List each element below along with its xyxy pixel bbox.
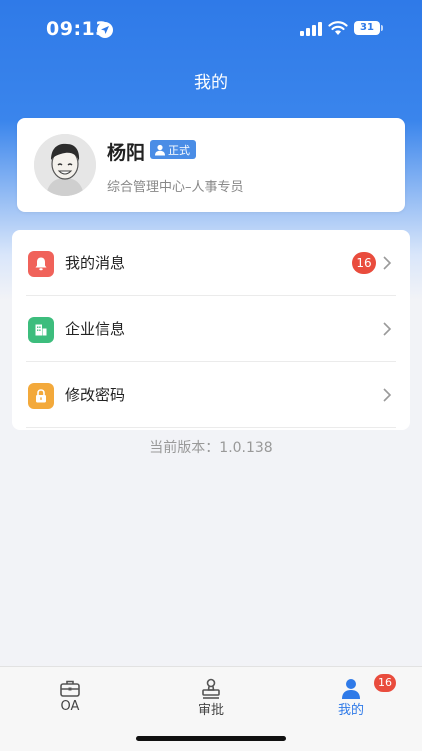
app-version: 当前版本：1.0.138 [149, 440, 273, 456]
cellular-signal-icon [300, 22, 322, 36]
tab-notification-badge: 16 [374, 674, 396, 692]
page-title: 我的 [194, 73, 228, 93]
settings-menu: 我的消息 16 企业信息 修改密码 [12, 230, 410, 430]
chevron-right-icon [383, 388, 392, 402]
profile-card[interactable]: 杨阳 正式 综合管理中心–人事专员 [17, 118, 405, 212]
unread-count-badge: 16 [352, 252, 376, 274]
battery-tip [381, 25, 383, 31]
menu-item-label: 修改密码 [65, 386, 126, 404]
tab-oa[interactable]: OA [35, 677, 105, 723]
menu-item-label: 企业信息 [65, 320, 126, 338]
tab-label: 我的 [337, 703, 364, 718]
person-icon [342, 679, 360, 699]
menu-item-change-password[interactable]: 修改密码 [12, 362, 410, 428]
battery-icon: 31 [354, 21, 380, 35]
lock-icon [28, 383, 54, 409]
menu-item-label: 我的消息 [65, 254, 126, 272]
briefcase-icon [60, 680, 80, 697]
tab-label: 审批 [197, 703, 224, 718]
wifi-icon [328, 21, 348, 35]
employee-status-label: 正式 [168, 143, 190, 157]
menu-item-company-info[interactable]: 企业信息 [12, 296, 410, 362]
user-name: 杨阳 [107, 142, 146, 164]
menu-item-messages[interactable]: 我的消息 16 [12, 230, 410, 296]
tab-approval[interactable]: 审批 [176, 677, 246, 723]
status-bar: 09:13 31 [0, 0, 422, 58]
person-badge-icon [155, 144, 165, 155]
building-icon [28, 317, 54, 343]
avatar[interactable] [34, 134, 96, 196]
location-arrow-icon [97, 22, 113, 38]
user-department: 综合管理中心–人事专员 [107, 180, 244, 195]
home-indicator[interactable] [136, 736, 286, 741]
bell-icon [28, 251, 54, 277]
tab-label: OA [60, 699, 80, 714]
stamp-icon [202, 678, 220, 699]
chevron-right-icon [383, 322, 392, 336]
employee-status-badge: 正式 [150, 140, 196, 159]
divider [26, 427, 396, 428]
chevron-right-icon [383, 256, 392, 270]
